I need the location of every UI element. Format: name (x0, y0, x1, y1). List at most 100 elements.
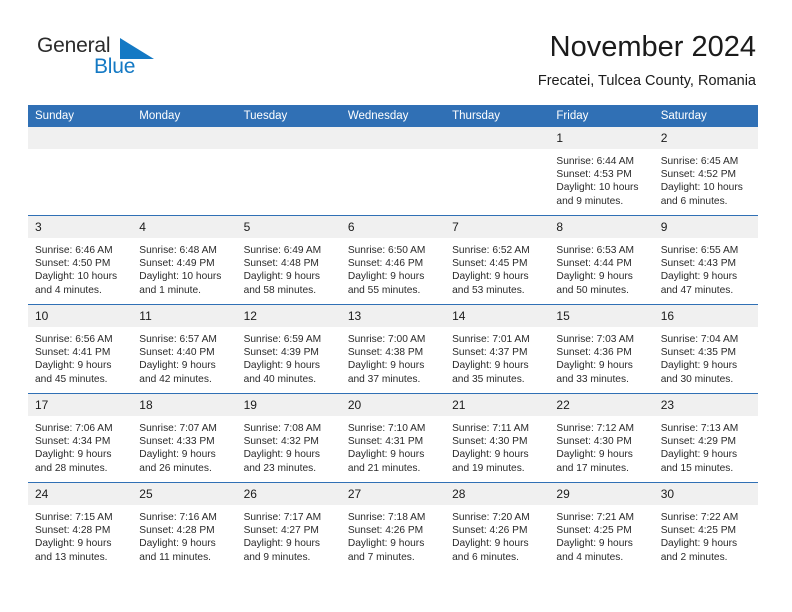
sunrise-text: Sunrise: 7:11 AM (452, 423, 529, 434)
title-block: November 2024 Frecatei, Tulcea County, R… (236, 30, 756, 90)
sunrise-text: Sunrise: 7:17 AM (243, 512, 322, 523)
sunset-text: Sunset: 4:32 PM (243, 436, 319, 448)
day-sun-info: Sunrise: 7:12 AM Sunset: 4:30 PM Daylight:… (549, 416, 653, 475)
sunset-text: Sunset: 4:43 PM (660, 258, 737, 270)
weekday-header-thursday: Thursday (445, 105, 550, 127)
calendar-day-cell[interactable]: 19 Sunrise: 7:08 AM Sunset: 4:32 PM Dayligh… (236, 393, 341, 483)
day-cell-inner (340, 127, 446, 215)
calendar-week-row: 17 Sunrise: 7:06 AM Sunset: 4:34 PM Dayligh… (28, 393, 758, 483)
calendar-day-cell[interactable]: 28 Sunrise: 7:20 AM Sunset: 4:26 PM Dayligh… (445, 482, 550, 571)
day-sun-info: Sunrise: 6:46 AM Sunset: 4:50 PM Daylight:… (28, 238, 132, 297)
daylight-text: Daylight: 9 hours and 2 minutes. (660, 538, 738, 563)
day-cell-inner: 9 Sunrise: 6:55 AM Sunset: 4:43 PM Daylight… (653, 216, 758, 304)
calendar-day-cell[interactable]: 10 Sunrise: 6:56 AM Sunset: 4:41 PM Dayligh… (28, 304, 133, 394)
day-sun-info: Sunrise: 7:17 AM Sunset: 4:27 PM Daylight:… (237, 505, 341, 564)
calendar-day-cell[interactable]: 8 Sunrise: 6:53 AM Sunset: 4:44 PM Daylight… (549, 215, 654, 305)
sunset-text: Sunset: 4:52 PM (660, 169, 737, 181)
sunset-text: Sunset: 4:34 PM (35, 436, 111, 448)
day-cell-inner: 22 Sunrise: 7:12 AM Sunset: 4:30 PM Dayligh… (549, 394, 654, 482)
day-cell-inner: 17 Sunrise: 7:06 AM Sunset: 4:34 PM Dayligh… (28, 394, 133, 482)
calendar-day-cell[interactable]: 22 Sunrise: 7:12 AM Sunset: 4:30 PM Dayligh… (549, 393, 654, 483)
day-number: 9 (653, 216, 758, 238)
day-sun-info: Sunrise: 6:55 AM Sunset: 4:43 PM Daylight:… (654, 238, 758, 297)
calendar-day-cell[interactable]: 24 Sunrise: 7:15 AM Sunset: 4:28 PM Dayligh… (28, 482, 133, 571)
calendar-day-cell[interactable]: 11 Sunrise: 6:57 AM Sunset: 4:40 PM Dayligh… (132, 304, 237, 394)
sunset-text: Sunset: 4:33 PM (139, 436, 215, 448)
calendar-day-cell[interactable]: 20 Sunrise: 7:10 AM Sunset: 4:31 PM Dayligh… (340, 393, 446, 483)
calendar-day-cell[interactable]: 27 Sunrise: 7:18 AM Sunset: 4:26 PM Dayligh… (340, 482, 446, 571)
calendar-day-cell[interactable]: 13 Sunrise: 7:00 AM Sunset: 4:38 PM Dayligh… (340, 304, 446, 394)
calendar-day-cell[interactable]: 5 Sunrise: 6:49 AM Sunset: 4:48 PM Daylight… (236, 215, 341, 305)
sunset-text: Sunset: 4:25 PM (556, 525, 632, 537)
day-sun-info: Sunrise: 6:52 AM Sunset: 4:45 PM Daylight:… (445, 238, 549, 297)
calendar-day-cell[interactable]: 9 Sunrise: 6:55 AM Sunset: 4:43 PM Daylight… (653, 215, 758, 305)
calendar-day-cell[interactable]: 16 Sunrise: 7:04 AM Sunset: 4:35 PM Dayligh… (653, 304, 758, 394)
day-number: 11 (132, 305, 237, 327)
sunset-text: Sunset: 4:27 PM (243, 525, 319, 537)
calendar-day-cell[interactable]: 1 Sunrise: 6:44 AM Sunset: 4:53 PM Daylight… (549, 127, 654, 216)
calendar-day-cell[interactable]: 18 Sunrise: 7:07 AM Sunset: 4:33 PM Dayligh… (132, 393, 237, 483)
calendar-day-cell[interactable]: 3 Sunrise: 6:46 AM Sunset: 4:50 PM Daylight… (28, 215, 133, 305)
day-number: 13 (340, 305, 446, 327)
daylight-text: Daylight: 9 hours and 17 minutes. (556, 449, 633, 474)
day-number: 26 (236, 483, 341, 505)
day-cell-inner: 7 Sunrise: 6:52 AM Sunset: 4:45 PM Daylight… (445, 216, 550, 304)
calendar-day-cell[interactable]: 6 Sunrise: 6:50 AM Sunset: 4:46 PM Daylight… (340, 215, 446, 305)
calendar-day-cell[interactable]: 12 Sunrise: 6:59 AM Sunset: 4:39 PM Dayligh… (236, 304, 341, 394)
generalblue-logo: General Blue (32, 34, 212, 84)
day-sun-info: Sunrise: 7:13 AM Sunset: 4:29 PM Daylight:… (654, 416, 758, 475)
sunset-text: Sunset: 4:41 PM (35, 347, 111, 359)
weekday-header-wednesday: Wednesday (340, 105, 446, 127)
calendar-day-cell[interactable]: 21 Sunrise: 7:11 AM Sunset: 4:30 PM Dayligh… (445, 393, 550, 483)
calendar-empty-cell (340, 127, 446, 216)
daylight-text: Daylight: 9 hours and 47 minutes. (660, 271, 738, 296)
day-sun-info: Sunrise: 7:06 AM Sunset: 4:34 PM Daylight:… (28, 416, 132, 475)
calendar-day-cell[interactable]: 15 Sunrise: 7:03 AM Sunset: 4:36 PM Dayligh… (549, 304, 654, 394)
day-cell-inner: 1 Sunrise: 6:44 AM Sunset: 4:53 PM Daylight… (549, 127, 654, 215)
day-number: 27 (340, 483, 446, 505)
sunrise-text: Sunrise: 7:03 AM (556, 334, 634, 345)
daylight-text: Daylight: 10 hours and 1 minute. (139, 271, 222, 296)
sunrise-text: Sunrise: 6:46 AM (35, 245, 113, 256)
sunrise-text: Sunrise: 7:15 AM (35, 512, 113, 523)
calendar-day-cell[interactable]: 30 Sunrise: 7:22 AM Sunset: 4:25 PM Dayligh… (653, 482, 758, 571)
calendar-day-cell[interactable]: 17 Sunrise: 7:06 AM Sunset: 4:34 PM Dayligh… (28, 393, 133, 483)
sunset-text: Sunset: 4:30 PM (556, 436, 632, 448)
day-number: 20 (340, 394, 446, 416)
calendar-day-cell[interactable]: 4 Sunrise: 6:48 AM Sunset: 4:49 PM Daylight… (132, 215, 237, 305)
calendar-day-cell[interactable]: 2 Sunrise: 6:45 AM Sunset: 4:52 PM Daylight… (653, 127, 758, 216)
day-cell-inner: 23 Sunrise: 7:13 AM Sunset: 4:29 PM Dayligh… (653, 394, 758, 482)
day-cell-inner: 19 Sunrise: 7:08 AM Sunset: 4:32 PM Dayligh… (236, 394, 341, 482)
day-cell-inner: 6 Sunrise: 6:50 AM Sunset: 4:46 PM Daylight… (340, 216, 446, 304)
daylight-text: Daylight: 9 hours and 23 minutes. (243, 449, 321, 474)
calendar-day-cell[interactable]: 29 Sunrise: 7:21 AM Sunset: 4:25 PM Dayligh… (549, 482, 654, 571)
day-number: 1 (549, 127, 654, 149)
sunset-text: Sunset: 4:35 PM (660, 347, 737, 359)
day-sun-info: Sunrise: 6:50 AM Sunset: 4:46 PM Daylight:… (341, 238, 445, 297)
daylight-text: Daylight: 9 hours and 15 minutes. (660, 449, 738, 474)
sunrise-text: Sunrise: 7:10 AM (347, 423, 426, 434)
day-number (445, 127, 550, 149)
sunrise-text: Sunrise: 6:49 AM (243, 245, 322, 256)
day-cell-inner: 18 Sunrise: 7:07 AM Sunset: 4:33 PM Dayligh… (132, 394, 237, 482)
day-sun-info: Sunrise: 7:18 AM Sunset: 4:26 PM Daylight:… (341, 505, 445, 564)
sunrise-text: Sunrise: 6:44 AM (556, 156, 634, 167)
daylight-text: Daylight: 9 hours and 26 minutes. (139, 449, 216, 474)
day-sun-info: Sunrise: 6:44 AM Sunset: 4:53 PM Daylight:… (549, 149, 653, 208)
sunrise-text: Sunrise: 6:48 AM (139, 245, 217, 256)
calendar-day-cell[interactable]: 14 Sunrise: 7:01 AM Sunset: 4:37 PM Dayligh… (445, 304, 550, 394)
calendar-day-cell[interactable]: 23 Sunrise: 7:13 AM Sunset: 4:29 PM Dayligh… (653, 393, 758, 483)
day-number: 22 (549, 394, 654, 416)
day-number: 30 (653, 483, 758, 505)
sunrise-text: Sunrise: 7:00 AM (347, 334, 426, 345)
calendar-day-cell[interactable]: 7 Sunrise: 6:52 AM Sunset: 4:45 PM Daylight… (445, 215, 550, 305)
calendar-day-cell[interactable]: 25 Sunrise: 7:16 AM Sunset: 4:28 PM Dayligh… (132, 482, 237, 571)
daylight-text: Daylight: 9 hours and 53 minutes. (452, 271, 529, 296)
sunrise-text: Sunrise: 7:21 AM (556, 512, 634, 523)
daylight-text: Daylight: 9 hours and 58 minutes. (243, 271, 321, 296)
day-cell-inner: 12 Sunrise: 6:59 AM Sunset: 4:39 PM Dayligh… (236, 305, 341, 393)
sunset-text: Sunset: 4:25 PM (660, 525, 737, 537)
calendar-day-cell[interactable]: 26 Sunrise: 7:17 AM Sunset: 4:27 PM Dayligh… (236, 482, 341, 571)
day-sun-info: Sunrise: 7:08 AM Sunset: 4:32 PM Daylight:… (237, 416, 341, 475)
page-header: General Blue November 2024 Frecatei, Tul… (0, 0, 792, 100)
